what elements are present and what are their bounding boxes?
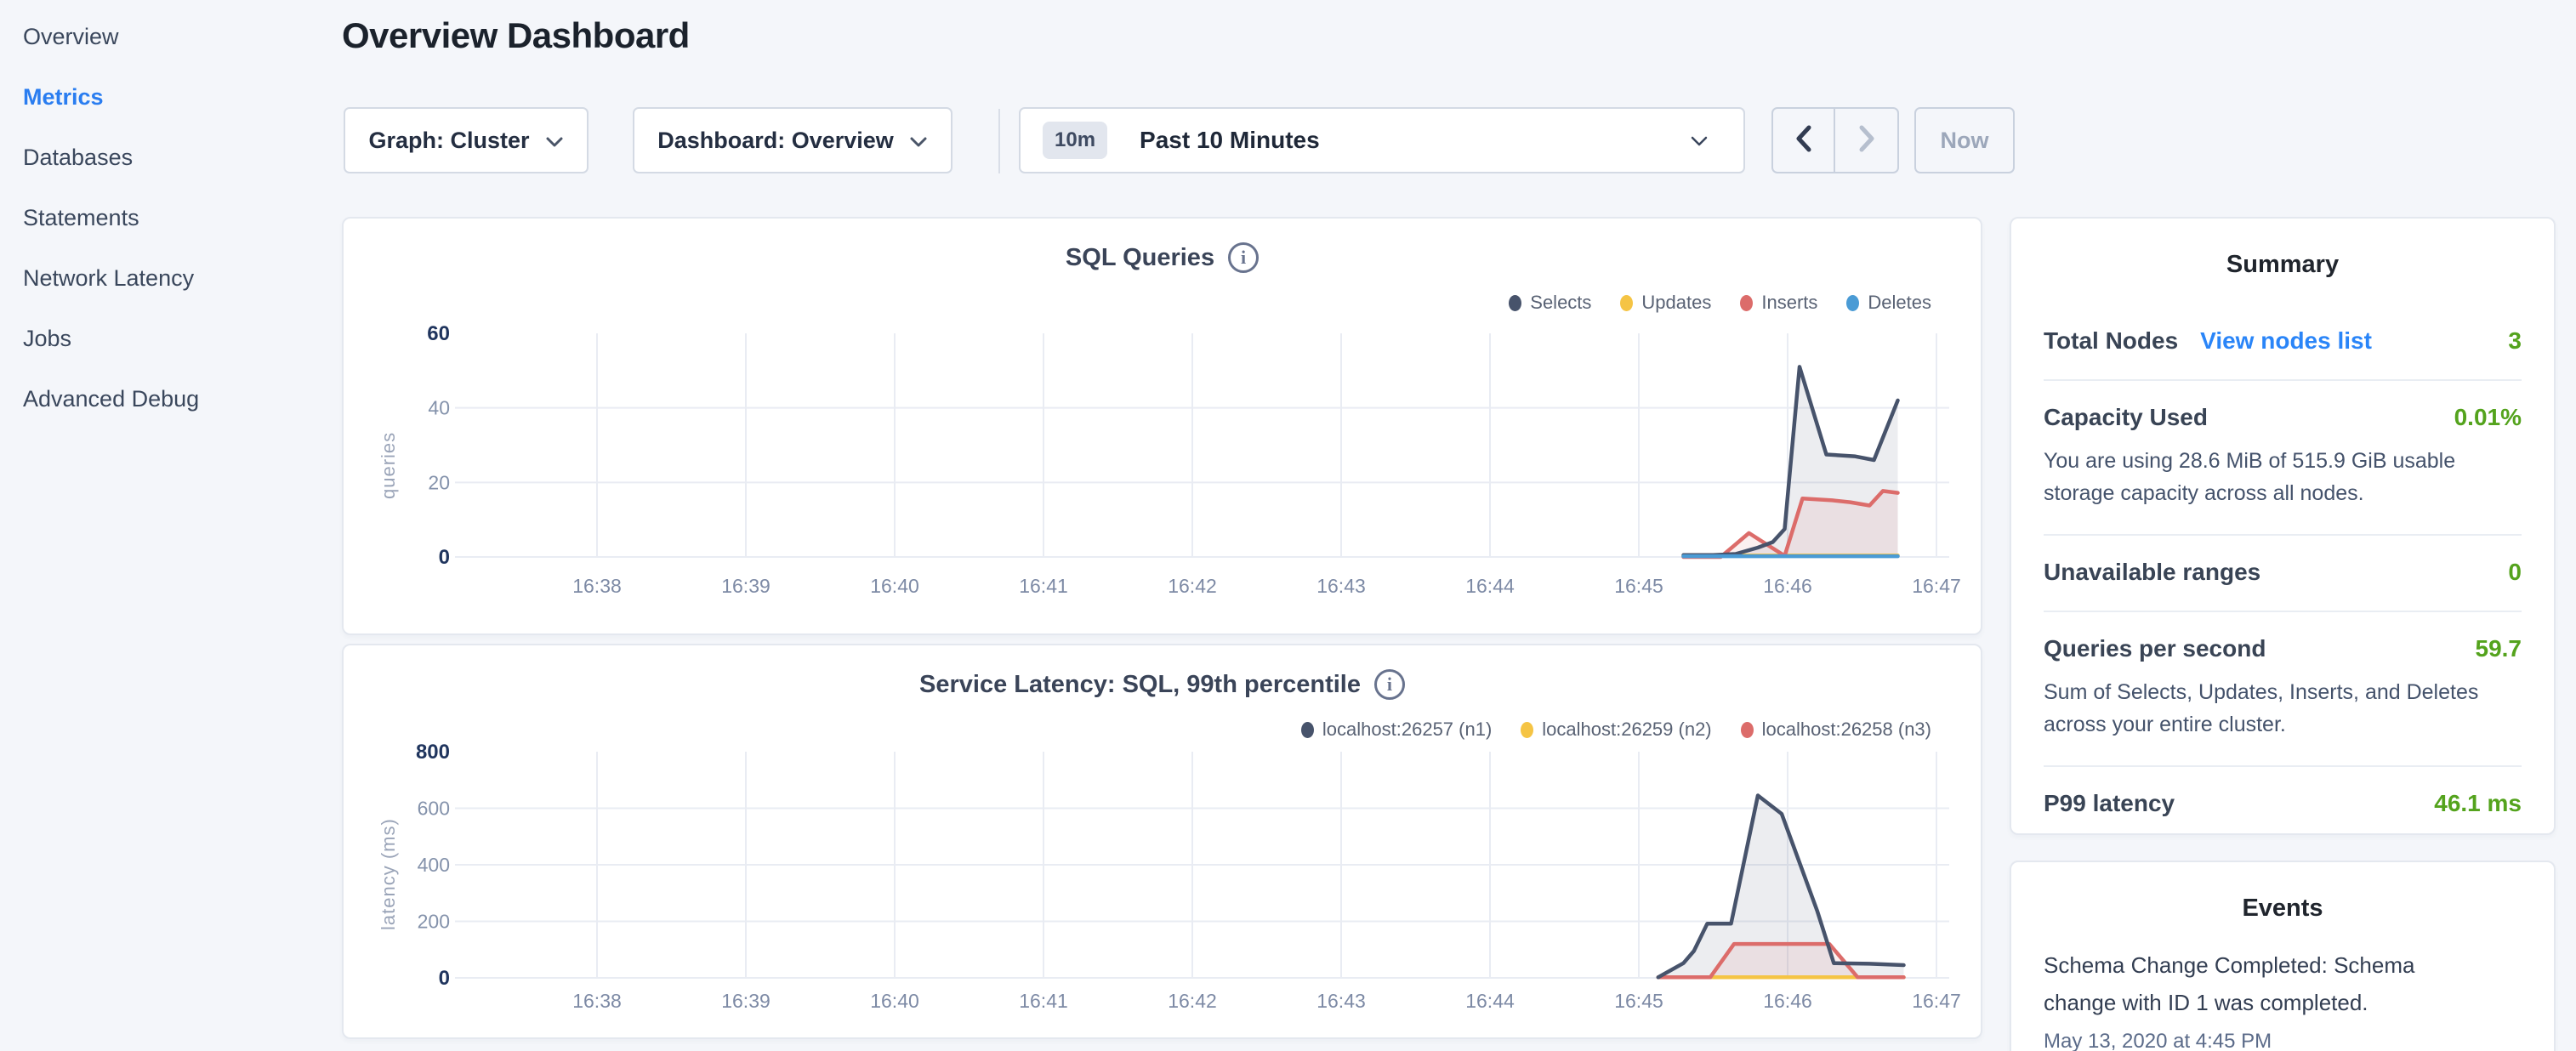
svg-text:16:39: 16:39 — [721, 575, 771, 597]
svg-text:16:47: 16:47 — [1912, 575, 1961, 597]
svg-text:16:45: 16:45 — [1614, 990, 1663, 1012]
time-window-badge: 10m — [1043, 122, 1107, 159]
svg-text:16:44: 16:44 — [1465, 990, 1515, 1012]
summary-row-p99-latency: P99 latency 46.1 ms — [2044, 767, 2522, 842]
time-pager — [1771, 107, 1899, 173]
svg-text:16:45: 16:45 — [1614, 575, 1663, 597]
summary-row-value: 0 — [2508, 559, 2522, 586]
svg-text:16:46: 16:46 — [1763, 575, 1812, 597]
summary-row-subtext: Sum of Selects, Updates, Inserts, and De… — [2044, 676, 2522, 741]
graph-dropdown-label: Graph: Cluster — [368, 128, 529, 154]
time-range-dropdown[interactable]: 10m Past 10 Minutes — [1019, 107, 1745, 173]
svg-text:40: 40 — [428, 397, 450, 419]
time-back-button[interactable] — [1773, 109, 1835, 172]
time-forward-button[interactable] — [1835, 109, 1897, 172]
svg-text:16:41: 16:41 — [1019, 990, 1068, 1012]
page-title: Overview Dashboard — [342, 15, 690, 56]
summary-row-label: P99 latency — [2044, 790, 2175, 817]
chevron-down-icon — [545, 128, 564, 154]
summary-row-value: 3 — [2508, 327, 2522, 355]
summary-row-subtext: You are using 28.6 MiB of 515.9 GiB usab… — [2044, 445, 2522, 509]
dashboard-dropdown[interactable]: Dashboard: Overview — [633, 107, 952, 173]
event-item[interactable]: Schema Change Completed: Schema change w… — [2011, 923, 2554, 1051]
summary-row-value: 59.7 — [2476, 635, 2522, 662]
summary-title: Summary — [2011, 219, 2554, 279]
controls-divider — [998, 109, 1000, 173]
summary-row-label: Capacity Used — [2044, 404, 2208, 431]
svg-text:16:44: 16:44 — [1465, 575, 1515, 597]
svg-text:0: 0 — [439, 546, 450, 569]
chevron-left-icon — [1794, 124, 1813, 157]
sidebar-item-overview[interactable]: Overview — [23, 20, 340, 53]
svg-text:16:40: 16:40 — [870, 990, 919, 1012]
sidebar-item-jobs[interactable]: Jobs — [23, 322, 340, 355]
svg-text:400: 400 — [418, 854, 450, 876]
event-text: Schema Change Completed: Schema change w… — [2044, 946, 2443, 1021]
svg-text:0: 0 — [439, 967, 450, 990]
svg-text:16:42: 16:42 — [1168, 990, 1217, 1012]
summary-row-label: Unavailable ranges — [2044, 559, 2260, 586]
sidebar-item-network-latency[interactable]: Network Latency — [23, 262, 340, 294]
service-latency-chart[interactable]: 16:38 16:39 16:40 16:41 16:42 16:43 16:44 16:45… — [344, 645, 1981, 1037]
summary-row-value: 46.1 ms — [2434, 790, 2522, 817]
chevron-down-icon — [909, 128, 928, 154]
events-title: Events — [2011, 862, 2554, 923]
svg-text:16:41: 16:41 — [1019, 575, 1068, 597]
svg-text:600: 600 — [418, 798, 450, 820]
summary-row-unavailable-ranges: Unavailable ranges 0 — [2044, 536, 2522, 612]
svg-text:16:47: 16:47 — [1912, 990, 1961, 1012]
summary-panel: Summary Total Nodes View nodes list 3 Ca… — [2010, 217, 2556, 835]
graph-dropdown[interactable]: Graph: Cluster — [344, 107, 589, 173]
controls-row: Graph: Cluster Dashboard: Overview 10m P… — [0, 107, 2576, 173]
svg-text:16:40: 16:40 — [870, 575, 919, 597]
chevron-down-icon — [1689, 134, 1709, 152]
svg-text:800: 800 — [416, 741, 450, 764]
svg-text:20: 20 — [428, 471, 450, 493]
summary-row-capacity-used: Capacity Used 0.01% You are using 28.6 M… — [2044, 381, 2522, 536]
summary-row-total-nodes: Total Nodes View nodes list 3 — [2044, 304, 2522, 381]
sql-queries-chart[interactable]: 16:38 16:39 16:40 16:41 16:42 16:43 16:44 16:45… — [344, 219, 1981, 633]
sidebar-item-statements[interactable]: Statements — [23, 202, 340, 234]
svg-text:16:43: 16:43 — [1316, 575, 1366, 597]
svg-text:16:39: 16:39 — [721, 990, 771, 1012]
sidebar-item-advanced-debug[interactable]: Advanced Debug — [23, 383, 340, 415]
summary-row-queries-per-second: Queries per second 59.7 Sum of Selects, … — [2044, 612, 2522, 767]
event-timestamp: May 13, 2020 at 4:45 PM — [2044, 1030, 2522, 1051]
dashboard-dropdown-label: Dashboard: Overview — [657, 128, 894, 154]
svg-text:16:46: 16:46 — [1763, 990, 1812, 1012]
svg-text:16:43: 16:43 — [1316, 990, 1366, 1012]
summary-row-value: 0.01% — [2454, 404, 2522, 431]
now-button[interactable]: Now — [1914, 107, 2015, 173]
sql-queries-card: SQL Queries i SelectsUpdatesInsertsDelet… — [342, 217, 1982, 635]
svg-text:16:38: 16:38 — [572, 990, 622, 1012]
summary-row-label: Total Nodes — [2044, 327, 2178, 355]
service-latency-card: Service Latency: SQL, 99th percentile i … — [342, 644, 1982, 1039]
summary-row-label: Queries per second — [2044, 635, 2266, 662]
svg-text:16:42: 16:42 — [1168, 575, 1217, 597]
time-window-label: Past 10 Minutes — [1140, 127, 1320, 154]
events-panel: Events Schema Change Completed: Schema c… — [2010, 861, 2556, 1051]
svg-text:200: 200 — [418, 911, 450, 933]
svg-text:16:38: 16:38 — [572, 575, 622, 597]
svg-text:60: 60 — [427, 322, 450, 345]
chevron-right-icon — [1857, 124, 1876, 157]
view-nodes-list-link[interactable]: View nodes list — [2200, 327, 2372, 355]
